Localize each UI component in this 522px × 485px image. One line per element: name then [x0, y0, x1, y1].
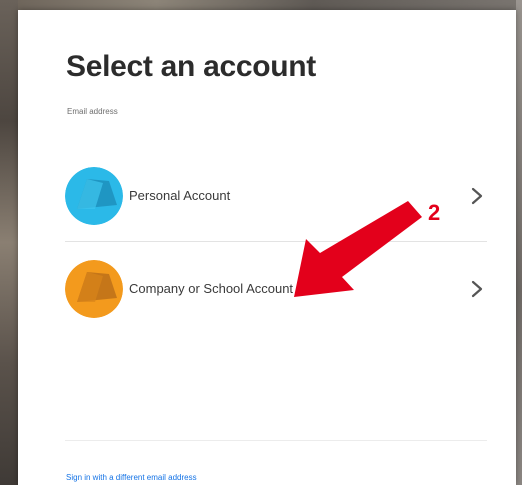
background-photo-left [0, 0, 18, 485]
background-photo-right [516, 0, 522, 485]
sign-in-different-email-link[interactable]: Sign in with a different email address [66, 473, 197, 482]
account-select-dialog: Select an account Email address Personal… [18, 10, 516, 485]
page: Select an account Email address Personal… [0, 0, 522, 485]
footer-divider [65, 440, 487, 441]
personal-account-avatar-icon [65, 167, 123, 225]
chevron-right-icon [467, 184, 487, 208]
red-arrow-annotation-icon [294, 201, 422, 297]
company-account-label: Company or School Account [129, 281, 294, 296]
email-address-label: Email address [67, 107, 118, 116]
company-account-avatar-icon [65, 260, 123, 318]
chevron-right-icon [467, 277, 487, 301]
step-number-badge: 2 [428, 200, 441, 225]
personal-account-label: Personal Account [129, 188, 231, 203]
page-title: Select an account [66, 50, 316, 83]
